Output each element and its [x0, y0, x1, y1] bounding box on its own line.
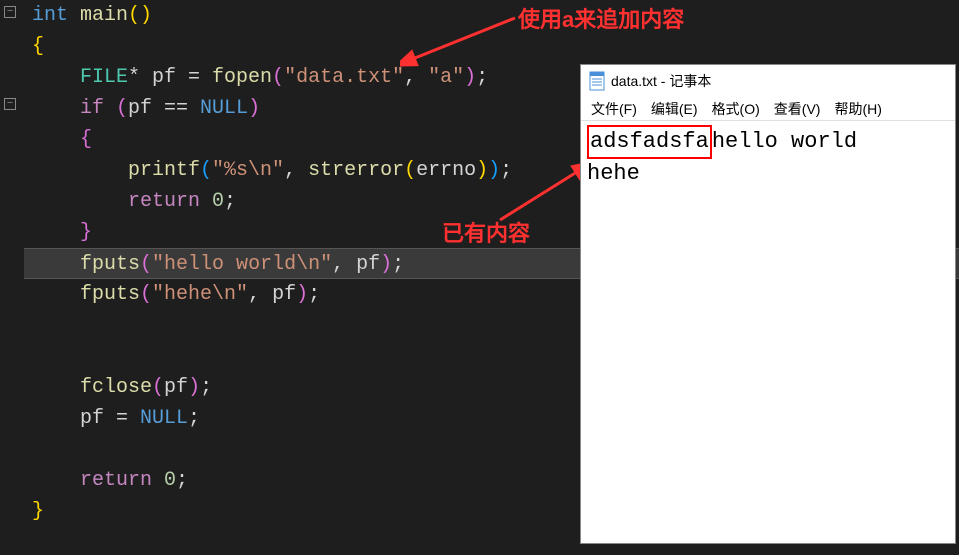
gutter: − −: [0, 0, 22, 555]
existing-text-highlight: adsfadsfa: [587, 125, 712, 159]
content-line-2: hehe: [587, 159, 949, 189]
code-line[interactable]: {: [24, 31, 959, 62]
code-line[interactable]: int main(): [24, 0, 959, 31]
annotation-existing: 已有内容: [442, 216, 530, 248]
menu-format[interactable]: 格式(O): [708, 99, 764, 119]
menu-help[interactable]: 帮助(H): [830, 99, 885, 119]
fold-icon[interactable]: −: [4, 6, 16, 18]
notepad-titlebar[interactable]: data.txt - 记事本: [581, 65, 955, 97]
menu-edit[interactable]: 编辑(E): [647, 99, 702, 119]
notepad-content[interactable]: adsfadsfahello world hehe: [581, 121, 955, 193]
notepad-title: data.txt - 记事本: [611, 71, 711, 91]
menu-file[interactable]: 文件(F): [587, 99, 641, 119]
fold-icon[interactable]: −: [4, 98, 16, 110]
notepad-window[interactable]: data.txt - 记事本 文件(F) 编辑(E) 格式(O) 查看(V) 帮…: [580, 64, 956, 544]
notepad-icon: [589, 71, 605, 91]
annotation-append: 使用a来追加内容: [518, 2, 684, 34]
notepad-menubar: 文件(F) 编辑(E) 格式(O) 查看(V) 帮助(H): [581, 97, 955, 121]
content-line-1: adsfadsfahello world: [587, 125, 949, 159]
menu-view[interactable]: 查看(V): [770, 99, 825, 119]
